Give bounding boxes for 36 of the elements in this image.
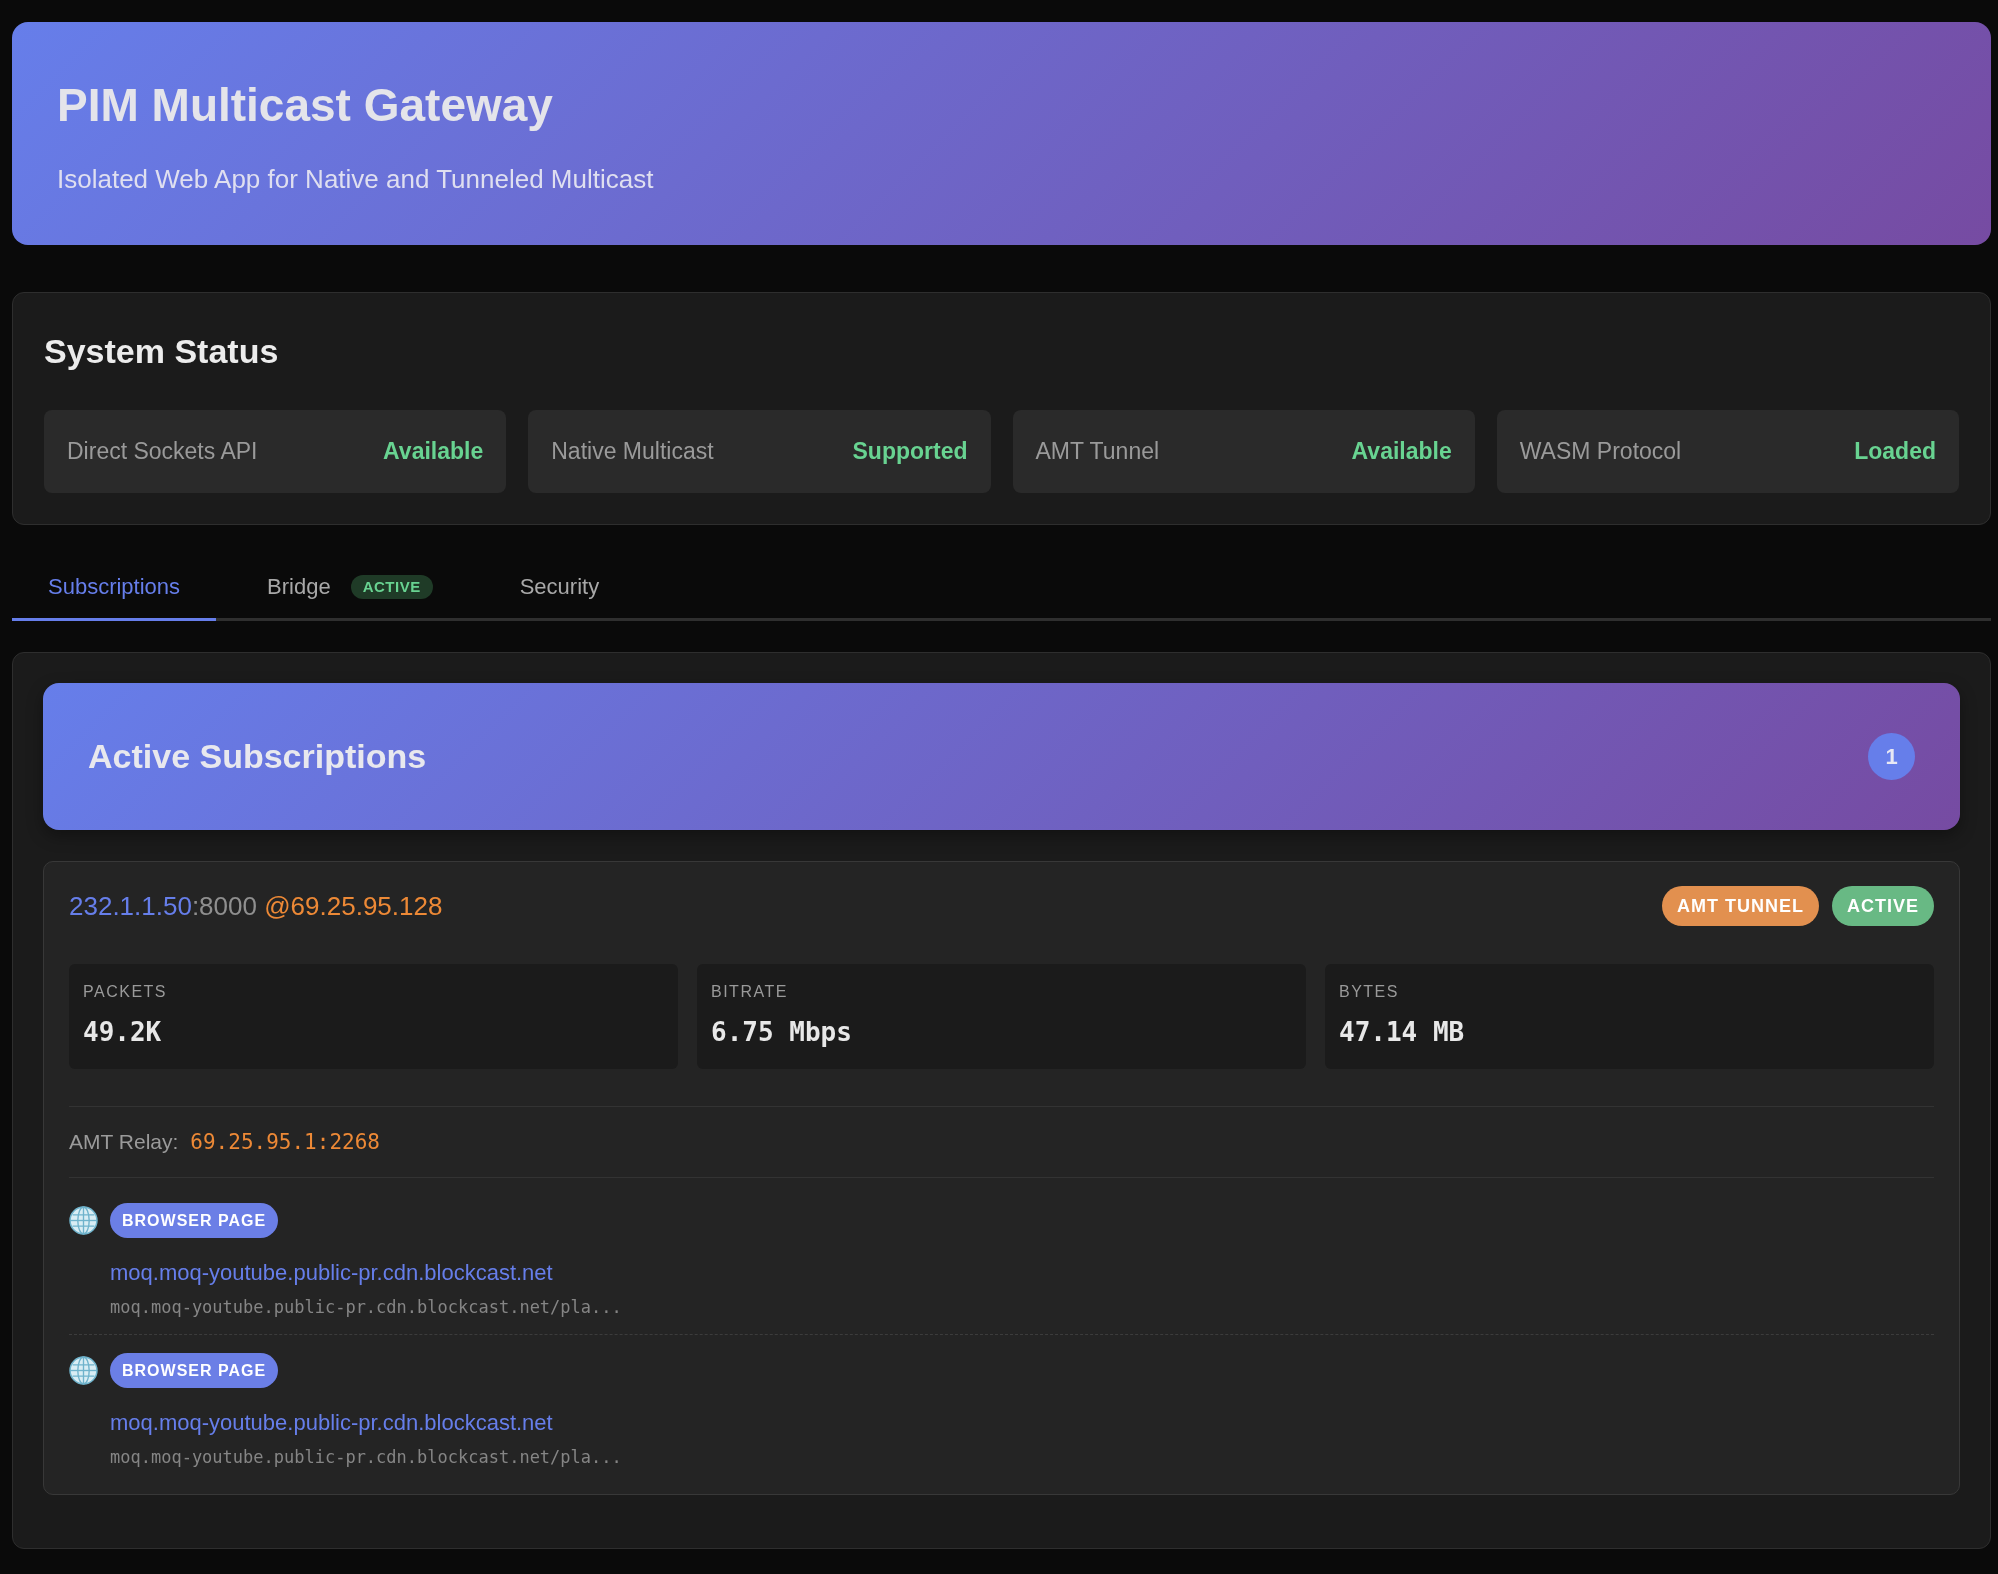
status-value: Loaded: [1854, 438, 1936, 465]
globe-icon: [69, 1206, 98, 1235]
section-title: Active Subscriptions: [88, 736, 427, 777]
stat-label: PACKETS: [83, 982, 167, 1002]
status-label: Direct Sockets API: [67, 438, 258, 465]
page-link[interactable]: moq.moq-youtube.public-pr.cdn.blockcast.net: [110, 1261, 553, 1285]
section-title: System Status: [44, 331, 279, 372]
page-type-badge: BROWSER PAGE: [110, 1203, 279, 1238]
relay-label: AMT Relay:: [69, 1130, 179, 1154]
tab[interactable]: Subscriptions: [12, 555, 217, 621]
app-title: PIM Multicast Gateway: [57, 78, 553, 133]
relay-address: 69.25.95.1:2268: [190, 1130, 380, 1154]
stat-label: BYTES: [1339, 982, 1399, 1002]
transport-badge: AMT TUNNEL: [1662, 886, 1819, 926]
page-url: moq.moq-youtube.public-pr.cdn.blockcast.net/pla...: [110, 1297, 622, 1318]
stat-value: 49.2K: [83, 1016, 162, 1048]
subscription-address: 232.1.1.50:8000 @69.25.95.128: [69, 890, 443, 922]
status-value: Available: [383, 438, 484, 465]
count-badge: 1: [1868, 733, 1915, 780]
status-badge: ACTIVE: [1832, 886, 1934, 926]
stat-label: BITRATE: [711, 982, 788, 1002]
status-label: WASM Protocol: [1519, 438, 1682, 465]
globe-icon: [69, 1356, 98, 1385]
app-subtitle: Isolated Web App for Native and Tunneled Multicast: [57, 164, 654, 195]
tab[interactable]: Bridge: [231, 555, 351, 621]
page-url: moq.moq-youtube.public-pr.cdn.blockcast.net/pla...: [110, 1447, 622, 1468]
page-link[interactable]: moq.moq-youtube.public-pr.cdn.blockcast.net: [110, 1411, 553, 1435]
status-value: Available: [1351, 438, 1452, 465]
stat-value: 47.14 MB: [1339, 1016, 1465, 1048]
page-type-badge: BROWSER PAGE: [110, 1353, 279, 1388]
tab[interactable]: Security: [483, 555, 636, 621]
status-label: AMT Tunnel: [1035, 438, 1160, 465]
tab-status-badge: ACTIVE: [350, 574, 433, 599]
status-label: Native Multicast: [551, 438, 714, 465]
stat-value: 6.75 Mbps: [711, 1016, 852, 1048]
status-value: Supported: [852, 438, 968, 465]
